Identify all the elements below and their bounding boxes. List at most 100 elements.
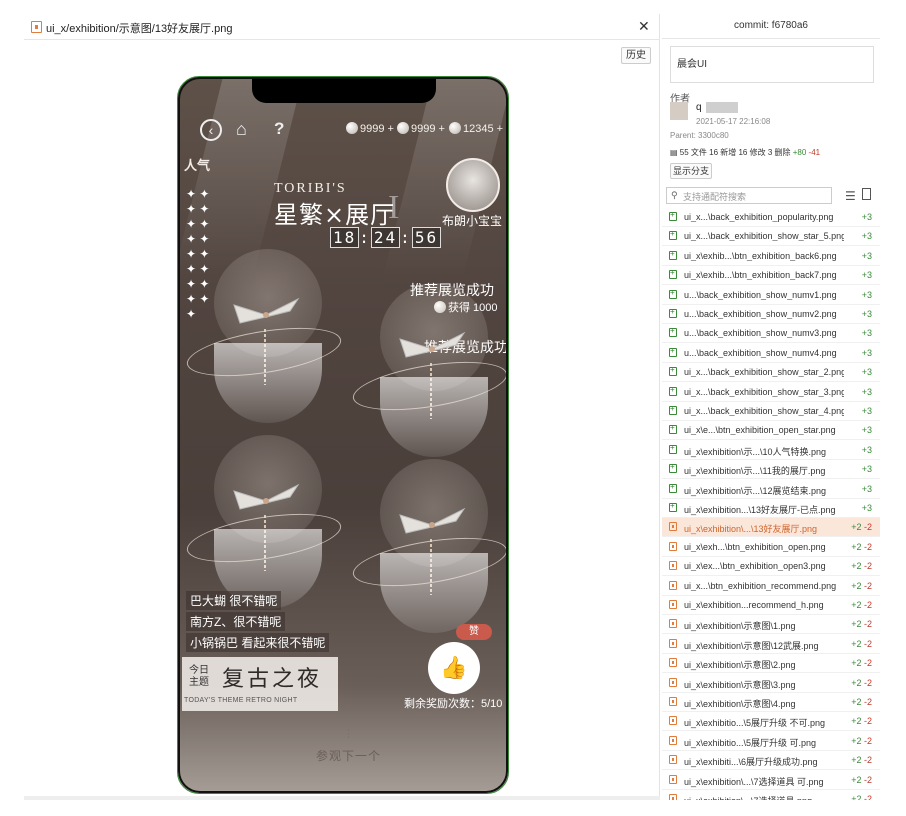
file-row[interactable]: u...\back_exhibition_show_numv4.png +3 bbox=[662, 344, 880, 363]
phone-notch bbox=[252, 77, 436, 103]
home-icon: ⌂ bbox=[236, 119, 247, 139]
currency-2-value: 9999 + bbox=[411, 123, 445, 135]
file-row-name: ui_x\exhib...\btn_exhibition_back7.png bbox=[684, 270, 837, 281]
display-dome-2 bbox=[349, 283, 508, 463]
file-row-name: ui_x\exhibition\示...\10人气特换.png bbox=[684, 446, 827, 457]
app-window: ui_x/exhibition/示意图/13好友展厅.png ✕ 历史 ‹ ⌂ … bbox=[24, 14, 880, 800]
file-row[interactable]: ui_x...\back_exhibition_popularity.png +3 bbox=[662, 208, 880, 227]
file-row-name: ui_x\exhib...\btn_exhibition_back6.png bbox=[684, 250, 837, 261]
file-row-delta: +3 bbox=[862, 290, 872, 300]
document-view-icon[interactable] bbox=[862, 188, 871, 200]
file-row[interactable]: ui_x\exhibition\示意图\12武展.png +2 -2 bbox=[662, 635, 880, 654]
file-added-icon bbox=[669, 501, 677, 512]
file-row-delta: +3 bbox=[862, 445, 872, 455]
currency-3-value: 12345 + bbox=[463, 123, 504, 135]
stats-deletions: -41 bbox=[808, 148, 821, 157]
file-row-delta: +3 bbox=[862, 464, 872, 474]
file-row[interactable]: ui_x\exhibition\...\13好友展厅.png +2 -2 bbox=[662, 518, 880, 538]
stats-text: 55 文件 16 新增 16 修改 3 删除 bbox=[679, 148, 791, 157]
file-row-name: ui_x\ex...\btn_exhibition_open3.png bbox=[684, 561, 826, 572]
file-row[interactable]: ui_x\exhib...\btn_exhibition_back7.png +3 bbox=[662, 266, 880, 286]
file-row[interactable]: ui_x\exhib...\btn_exhibition_back6.png +3 bbox=[662, 247, 880, 266]
countdown-timer: 18:24:56 bbox=[330, 227, 442, 248]
delta-deletions: -2 bbox=[861, 600, 872, 610]
file-row[interactable]: u...\back_exhibition_show_numv1.png +3 bbox=[662, 286, 880, 305]
file-row[interactable]: u...\back_exhibition_show_numv2.png +3 bbox=[662, 305, 880, 324]
file-row[interactable]: ui_x\exhibition\示...\11我的展厅.png +3 bbox=[662, 460, 880, 480]
file-row[interactable]: ui_x\exhibition\示意图\1.png +2 -2 bbox=[662, 615, 880, 635]
delta-deletions: -2 bbox=[861, 697, 872, 707]
theme-title-en: TODAY'S THEME RETRO NIGHT bbox=[184, 697, 298, 704]
file-row-name: ui_x...\back_exhibition_show_star_3.png bbox=[684, 386, 844, 397]
file-search-input[interactable]: ⚲ 支持通配符搜索 bbox=[666, 187, 832, 204]
file-row[interactable]: ui_x\exhibition...\13好友展厅-已点.png +3 bbox=[662, 499, 880, 518]
delta-deletions: -2 bbox=[861, 794, 872, 800]
file-added-icon bbox=[669, 229, 677, 241]
file-row[interactable]: ui_x\exhibition\...\7选择道具.png +2 -2 bbox=[662, 790, 880, 800]
file-row-name: ui_x...\btn_exhibition_recommend.png bbox=[684, 580, 837, 591]
delta-deletions: -2 bbox=[861, 735, 872, 746]
delta-additions: +3 bbox=[861, 328, 872, 339]
file-row-name: ui_x\exhibition\示意图\12武展.png bbox=[684, 640, 819, 651]
comment-2: 南方Z、很不错呢 bbox=[186, 612, 286, 631]
show-branch-button[interactable]: 显示分支 bbox=[670, 163, 712, 179]
file-row[interactable]: ui_x\exhibiti...\6展厅升级成功.png +2 -2 bbox=[662, 751, 880, 771]
changed-files-list: ui_x...\back_exhibition_popularity.png +3… bbox=[662, 208, 880, 800]
file-row[interactable]: ui_x...\back_exhibition_show_star_5.png +… bbox=[662, 227, 880, 247]
coin-icon bbox=[449, 122, 461, 134]
file-row[interactable]: ui_x\exhibitio...\5展厅升级 不可.png +2 -2 bbox=[662, 712, 880, 732]
file-row-name: ui_x\exhibition\示意图\1.png bbox=[684, 621, 796, 632]
stats-additions: +80 bbox=[792, 148, 807, 157]
delta-deletions: -2 bbox=[861, 658, 872, 669]
file-row-name: ui_x...\back_exhibition_show_star_5.png bbox=[684, 231, 844, 242]
file-row[interactable]: ui_x\exhibition...recommend_h.png +2 -2 bbox=[662, 596, 880, 615]
file-row[interactable]: ui_x\exhibition\...\7选择道具 可.png +2 -2 bbox=[662, 771, 880, 790]
image-file-icon bbox=[31, 21, 42, 33]
file-row[interactable]: ui_x\ex...\btn_exhibition_open3.png +2 -2 bbox=[662, 557, 880, 577]
file-row[interactable]: ui_x\exhibition\示意图\4.png +2 -2 bbox=[662, 693, 880, 712]
file-row-name: ui_x\exhibitio...\5展厅升级 不可.png bbox=[684, 718, 826, 729]
file-row-name: ui_x\exhibition\示...\12展览结束.png bbox=[684, 485, 827, 496]
commit-panel: commit: f6780a6 晨会UI 作者 q 2021-05-17 22:… bbox=[662, 14, 880, 800]
delta-additions: +3 bbox=[861, 503, 872, 513]
file-row[interactable]: ui_x\exh...\btn_exhibition_open.png +2 -2 bbox=[662, 538, 880, 557]
viewer-scrollbar[interactable] bbox=[24, 796, 660, 800]
file-row[interactable]: ui_x...\btn_exhibition_recommend.png +2 -… bbox=[662, 577, 880, 596]
file-row[interactable]: u...\back_exhibition_show_numv3.png +3 bbox=[662, 324, 880, 344]
file-row[interactable]: ui_x\exhibition\示意图\3.png +2 -2 bbox=[662, 674, 880, 693]
file-row-name: u...\back_exhibition_show_numv3.png bbox=[684, 328, 837, 339]
theme-title: 复古之夜 bbox=[222, 667, 323, 692]
file-row[interactable]: ui_x\exhibition\示...\12展览结束.png +3 bbox=[662, 480, 880, 499]
file-row[interactable]: ui_x...\back_exhibition_show_star_3.png +… bbox=[662, 383, 880, 402]
file-row-delta: +2 -2 bbox=[851, 581, 872, 591]
history-button[interactable]: 历史 bbox=[621, 47, 651, 64]
file-row-delta: +3 bbox=[862, 484, 872, 494]
delta-deletions: -2 bbox=[861, 561, 872, 572]
list-view-icon[interactable]: ☰ bbox=[845, 189, 856, 203]
file-added-icon bbox=[669, 482, 677, 493]
file-row[interactable]: ui_x\exhibition\示意图\2.png +2 -2 bbox=[662, 654, 880, 674]
file-row-delta: +2 -2 bbox=[851, 600, 872, 610]
file-row-name: ui_x\exhibition\...\7选择道具.png bbox=[684, 794, 844, 800]
timer-hours: 18 bbox=[330, 227, 360, 248]
file-row[interactable]: ui_x\exhibitio...\5展厅升级 可.png +2 -2 bbox=[662, 732, 880, 751]
close-icon[interactable]: ✕ bbox=[638, 18, 650, 35]
file-row-name: ui_x\exhibition\...\13好友展厅.png bbox=[684, 524, 818, 535]
file-added-icon bbox=[669, 326, 677, 338]
commit-title: commit: f6780a6 bbox=[734, 20, 808, 31]
bow-ornament-icon bbox=[399, 507, 466, 534]
phone-screenshot-preview: ‹ ⌂ ? 9999 + 9999 + 12345 + 人气 ✦ ✦ ✦ ✦ ✦ ✦… bbox=[177, 76, 509, 794]
file-row[interactable]: ui_x\e...\btn_exhibition_open_star.png +3 bbox=[662, 421, 880, 441]
file-row-name: ui_x\exhibition\示意图\3.png bbox=[684, 679, 796, 690]
delta-additions: +3 bbox=[861, 444, 872, 455]
search-placeholder: 支持通配符搜索 bbox=[683, 192, 747, 202]
file-added-icon bbox=[669, 210, 677, 221]
file-added-icon bbox=[669, 365, 677, 377]
file-row[interactable]: ui_x...\back_exhibition_show_star_4.png +… bbox=[662, 402, 880, 421]
file-row-delta: +2 -2 bbox=[851, 619, 872, 629]
file-row[interactable]: ui_x...\back_exhibition_show_star_2.png +… bbox=[662, 363, 880, 383]
file-row[interactable]: ui_x\exhibition\示...\10人气特换.png +3 bbox=[662, 441, 880, 460]
file-row-name: ui_x...\back_exhibition_show_star_2.png bbox=[684, 367, 844, 378]
delta-additions: +2 bbox=[851, 541, 862, 552]
bow-ornament-icon bbox=[399, 331, 466, 358]
